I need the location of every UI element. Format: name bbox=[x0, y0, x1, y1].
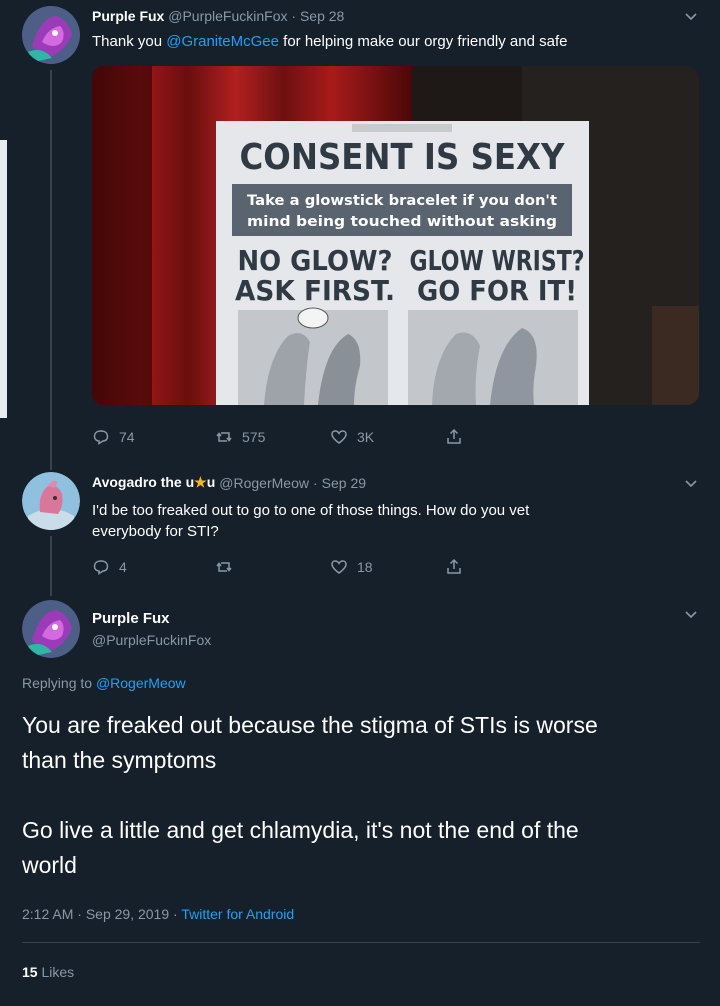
sign-left-line1: NO GLOW? bbox=[238, 244, 393, 277]
chevron-down-icon[interactable] bbox=[684, 608, 698, 622]
sign-left-line2: ASK FIRST. bbox=[235, 274, 395, 307]
avatar[interactable] bbox=[22, 472, 80, 530]
thread-line bbox=[50, 70, 52, 470]
tweet2-text: I'd be too freaked out to go to one of t… bbox=[92, 502, 530, 540]
separator: · bbox=[291, 8, 297, 24]
reply-button[interactable]: 4 bbox=[92, 558, 127, 576]
source-link[interactable]: Twitter for Android bbox=[181, 906, 294, 922]
thread-line bbox=[50, 536, 52, 596]
paragraph-2-line-2: world bbox=[22, 852, 77, 878]
sign-title: CONSENT IS SEXY bbox=[240, 137, 566, 178]
like-count: 3K bbox=[357, 429, 375, 445]
sign-right-line1: GLOW WRIST? bbox=[410, 244, 585, 277]
share-icon bbox=[447, 428, 461, 444]
separator: · bbox=[312, 474, 318, 491]
display-name[interactable]: Avogadro the u★u bbox=[92, 474, 215, 491]
likes-label: Likes bbox=[41, 964, 75, 980]
avatar[interactable] bbox=[22, 6, 80, 64]
likes-count: 15 bbox=[22, 964, 38, 980]
divider bbox=[22, 942, 700, 943]
sign-right-line2: GO FOR IT! bbox=[417, 274, 577, 307]
share-button[interactable] bbox=[445, 428, 463, 446]
chevron-down-icon[interactable] bbox=[684, 10, 698, 24]
sign-subtitle-2: mind being touched without asking bbox=[247, 214, 557, 230]
heart-icon bbox=[331, 560, 347, 574]
like-button[interactable]: 18 bbox=[330, 558, 373, 576]
share-icon bbox=[447, 558, 461, 574]
reply-count: 4 bbox=[119, 559, 127, 575]
chevron-down-icon[interactable] bbox=[684, 477, 698, 491]
tweet3-text: You are freaked out because the stigma o… bbox=[22, 708, 598, 883]
tweet-thread-screenshot: { "tweet1": { "name": "Purple Fux", "han… bbox=[0, 0, 720, 1006]
timestamp[interactable]: Sep 29 bbox=[322, 475, 366, 491]
reply-button[interactable]: 74 bbox=[92, 428, 135, 446]
star-icon: ★ bbox=[194, 474, 207, 490]
tweet1-text: Thank you @GraniteMcGee for helping make… bbox=[92, 33, 568, 50]
handle[interactable]: @RogerMeow bbox=[219, 475, 309, 491]
like-count: 18 bbox=[357, 559, 373, 575]
tweet-metadata: 2:12 AM · Sep 29, 2019 · Twitter for And… bbox=[22, 906, 295, 922]
like-button[interactable]: 3K bbox=[330, 428, 374, 446]
mention-link[interactable]: @RogerMeow bbox=[96, 675, 186, 691]
paragraph-1-line-1: You are freaked out because the stigma o… bbox=[22, 712, 598, 738]
timestamp[interactable]: Sep 28 bbox=[300, 8, 344, 24]
edge-artifact bbox=[0, 140, 7, 418]
retweet-button[interactable] bbox=[215, 558, 233, 576]
retweet-button[interactable]: 575 bbox=[215, 428, 265, 446]
retweet-icon bbox=[216, 562, 232, 572]
retweet-icon bbox=[216, 432, 232, 442]
handle[interactable]: @PurpleFuckinFox bbox=[168, 8, 287, 24]
share-button[interactable] bbox=[445, 558, 463, 576]
display-name[interactable]: Purple Fux bbox=[92, 610, 170, 627]
handle[interactable]: @PurpleFuckinFox bbox=[92, 632, 211, 648]
tweet1-header: Purple Fux @PurpleFuckinFox · Sep 28 bbox=[92, 8, 344, 24]
tweet2-header: Avogadro the u★u @RogerMeow · Sep 29 bbox=[92, 474, 366, 491]
replying-to: Replying to @RogerMeow bbox=[22, 675, 186, 691]
likes-summary[interactable]: 15 Likes bbox=[22, 964, 74, 980]
tweet-image[interactable]: CONSENT IS SEXY Take a glowstick bracele… bbox=[92, 66, 699, 405]
reply-icon bbox=[93, 430, 109, 445]
reply-count: 74 bbox=[119, 429, 135, 445]
sign-subtitle-1: Take a glowstick bracelet if you don't bbox=[247, 193, 557, 209]
paragraph-2-line-1: Go live a little and get chlamydia, it's… bbox=[22, 817, 579, 843]
avatar[interactable] bbox=[22, 600, 80, 658]
reply-icon bbox=[93, 560, 109, 575]
paragraph-1-line-2: than the symptoms bbox=[22, 747, 217, 773]
retweet-count: 575 bbox=[242, 429, 266, 445]
post-time[interactable]: 2:12 AM bbox=[22, 906, 73, 922]
display-name[interactable]: Purple Fux bbox=[92, 8, 164, 24]
heart-icon bbox=[331, 430, 347, 444]
post-date[interactable]: Sep 29, 2019 bbox=[86, 906, 169, 922]
mention-link[interactable]: @GraniteMcGee bbox=[166, 33, 279, 50]
